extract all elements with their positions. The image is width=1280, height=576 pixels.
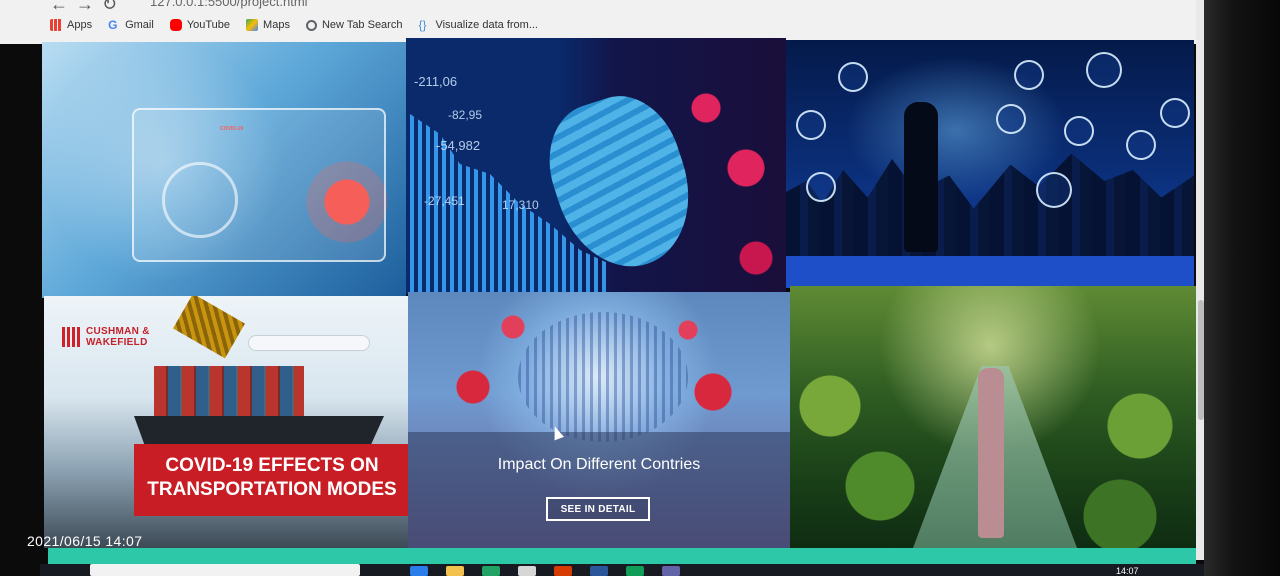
home-icon xyxy=(1064,116,1094,146)
logo-mark-icon xyxy=(62,327,80,347)
youtube-icon xyxy=(169,19,182,31)
logo-line: CUSHMAN & xyxy=(86,326,150,337)
powerpoint-icon[interactable] xyxy=(554,566,572,576)
gear-icon xyxy=(1126,130,1156,160)
excel-icon[interactable] xyxy=(482,566,500,576)
photo-timestamp: 2021/06/15 14:07 xyxy=(27,533,143,549)
bookmark-label: Maps xyxy=(263,19,290,31)
forward-icon[interactable]: → xyxy=(76,0,94,15)
person-walking-graphic xyxy=(978,368,1004,538)
bookmark-gmail[interactable]: G Gmail xyxy=(108,19,154,31)
bookmark-youtube[interactable]: YouTube xyxy=(169,19,231,31)
device-icon xyxy=(806,172,836,202)
stock-number: -54,982 xyxy=(436,138,481,153)
apps-grid-icon xyxy=(50,19,62,31)
title-banner: COVID-19 EFFECTS ON TRANSPORTATION MODES xyxy=(134,444,408,516)
logo-line: WAKEFIELD xyxy=(86,337,148,348)
bookmark-label: YouTube xyxy=(186,19,231,31)
store-icon[interactable] xyxy=(518,566,536,576)
cushman-wakefield-logo: CUSHMAN & WAKEFIELD xyxy=(62,326,150,348)
wifi-icon xyxy=(996,104,1026,134)
banner-title-line: COVID-19 EFFECTS ON xyxy=(165,455,379,476)
taskbar-icons xyxy=(410,566,680,576)
location-icon xyxy=(796,110,826,140)
stock-number: 17,310 xyxy=(502,198,539,212)
teams-icon[interactable] xyxy=(662,566,680,576)
tile-smart-city[interactable] xyxy=(786,40,1194,288)
bookmark-visualize-data[interactable]: {} Visualize data from... xyxy=(418,19,538,31)
tile-market-crash[interactable]: -211,06 -82,95 -54,982 -27,451 17,310 xyxy=(406,38,786,294)
cloud-icon xyxy=(1014,60,1044,90)
stock-number: -27,451 xyxy=(424,194,465,208)
crane-graphic xyxy=(173,296,245,359)
tile-impact-countries[interactable]: Impact On Different Contries SEE IN DETA… xyxy=(408,292,790,548)
airplane-graphic xyxy=(249,336,369,350)
search-icon xyxy=(305,19,317,31)
folder-icon[interactable] xyxy=(446,566,464,576)
floor-graphic xyxy=(786,256,1194,288)
holographic-ring xyxy=(162,162,238,238)
bookmark-apps[interactable]: Apps xyxy=(50,19,92,31)
bookmark-label: New Tab Search xyxy=(321,19,403,31)
taskbar-clock: 14:07 xyxy=(1116,566,1139,576)
bookmark-label: Apps xyxy=(67,19,93,31)
city-skyline-graphic xyxy=(786,153,1194,258)
settings-icon xyxy=(1160,98,1190,128)
tile-covid-technology[interactable]: COVID-19 xyxy=(42,42,406,298)
network-icon xyxy=(1086,52,1122,88)
monitor-bezel xyxy=(1204,0,1280,576)
back-icon[interactable]: ← xyxy=(50,0,68,15)
tile-transportation-modes[interactable]: CUSHMAN & WAKEFIELD COVID-19 EFFECTS ON … xyxy=(44,296,408,548)
bookmark-label: Visualize data from... xyxy=(435,19,538,31)
chrome-icon[interactable] xyxy=(626,566,644,576)
code-brackets-icon: {} xyxy=(418,18,427,32)
google-icon: G xyxy=(108,18,118,32)
see-in-detail-button[interactable]: SEE IN DETAIL xyxy=(546,497,650,521)
taskbar-app-icon[interactable] xyxy=(410,566,428,576)
maps-icon xyxy=(246,19,259,31)
bookmark-label: Gmail xyxy=(125,19,154,31)
containers-graphic xyxy=(154,366,304,418)
bookmark-new-tab-search[interactable]: New Tab Search xyxy=(305,19,403,31)
panel-chip-label: COVID-19 xyxy=(220,126,244,132)
person-silhouette xyxy=(904,102,938,252)
bookmarks-bar: Apps G Gmail YouTube Maps New Tab Search… xyxy=(50,14,538,36)
banner-title-line: TRANSPORTATION MODES xyxy=(147,479,397,500)
tile-caption: Impact On Different Contries xyxy=(497,456,701,473)
page-footer-strip xyxy=(48,548,1196,564)
phone-icon xyxy=(838,62,868,92)
reload-icon[interactable]: ↻ xyxy=(102,0,117,15)
stock-number: -211,06 xyxy=(414,74,458,89)
word-icon[interactable] xyxy=(590,566,608,576)
tile-jungle-bridge[interactable] xyxy=(790,286,1196,550)
globe-people-graphic xyxy=(518,312,688,442)
address-bar[interactable]: 127.0.0.1:5500/project.html xyxy=(150,0,308,9)
bookmark-maps[interactable]: Maps xyxy=(246,19,290,31)
stock-number: -82,95 xyxy=(448,108,483,122)
car-icon xyxy=(1036,172,1072,208)
taskbar-search-box[interactable] xyxy=(90,564,360,576)
caption-overlay xyxy=(408,432,790,548)
